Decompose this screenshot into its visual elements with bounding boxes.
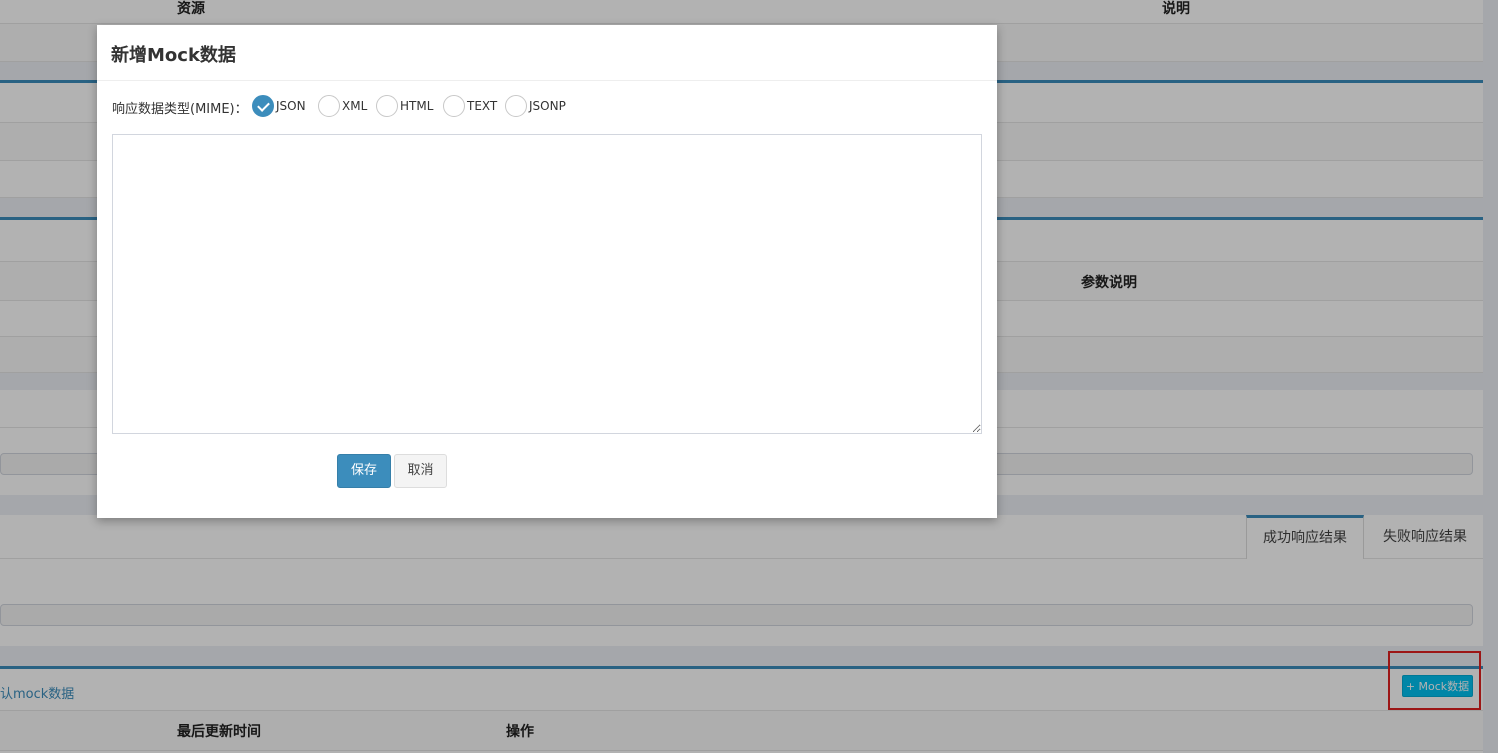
- mime-radio-html[interactable]: HTML: [376, 95, 433, 117]
- radio-unchecked-icon[interactable]: [505, 95, 527, 117]
- mime-radio-text[interactable]: TEXT: [443, 95, 497, 117]
- cancel-button[interactable]: 取消: [394, 454, 447, 488]
- mock-data-textarea[interactable]: [112, 134, 982, 434]
- add-mock-data-modal: 新增Mock数据 响应数据类型(MIME)： JSON XML HTML TEX…: [97, 25, 997, 518]
- radio-checked-icon[interactable]: [252, 95, 274, 117]
- radio-label: JSONP: [529, 99, 566, 113]
- radio-label: HTML: [400, 99, 434, 113]
- radio-label: TEXT: [467, 99, 498, 113]
- mime-radio-xml[interactable]: XML: [318, 95, 367, 117]
- radio-unchecked-icon[interactable]: [318, 95, 340, 117]
- radio-label: XML: [342, 99, 368, 113]
- modal-title: 新增Mock数据: [111, 45, 236, 66]
- modal-header: 新增Mock数据: [97, 25, 997, 81]
- mime-radio-json[interactable]: JSON: [252, 95, 306, 117]
- radio-label: JSON: [276, 99, 306, 113]
- radio-unchecked-icon[interactable]: [376, 95, 398, 117]
- mime-type-label: 响应数据类型(MIME)：: [112, 102, 248, 117]
- save-button[interactable]: 保存: [337, 454, 391, 488]
- radio-unchecked-icon[interactable]: [443, 95, 465, 117]
- mime-radio-jsonp[interactable]: JSONP: [505, 95, 566, 117]
